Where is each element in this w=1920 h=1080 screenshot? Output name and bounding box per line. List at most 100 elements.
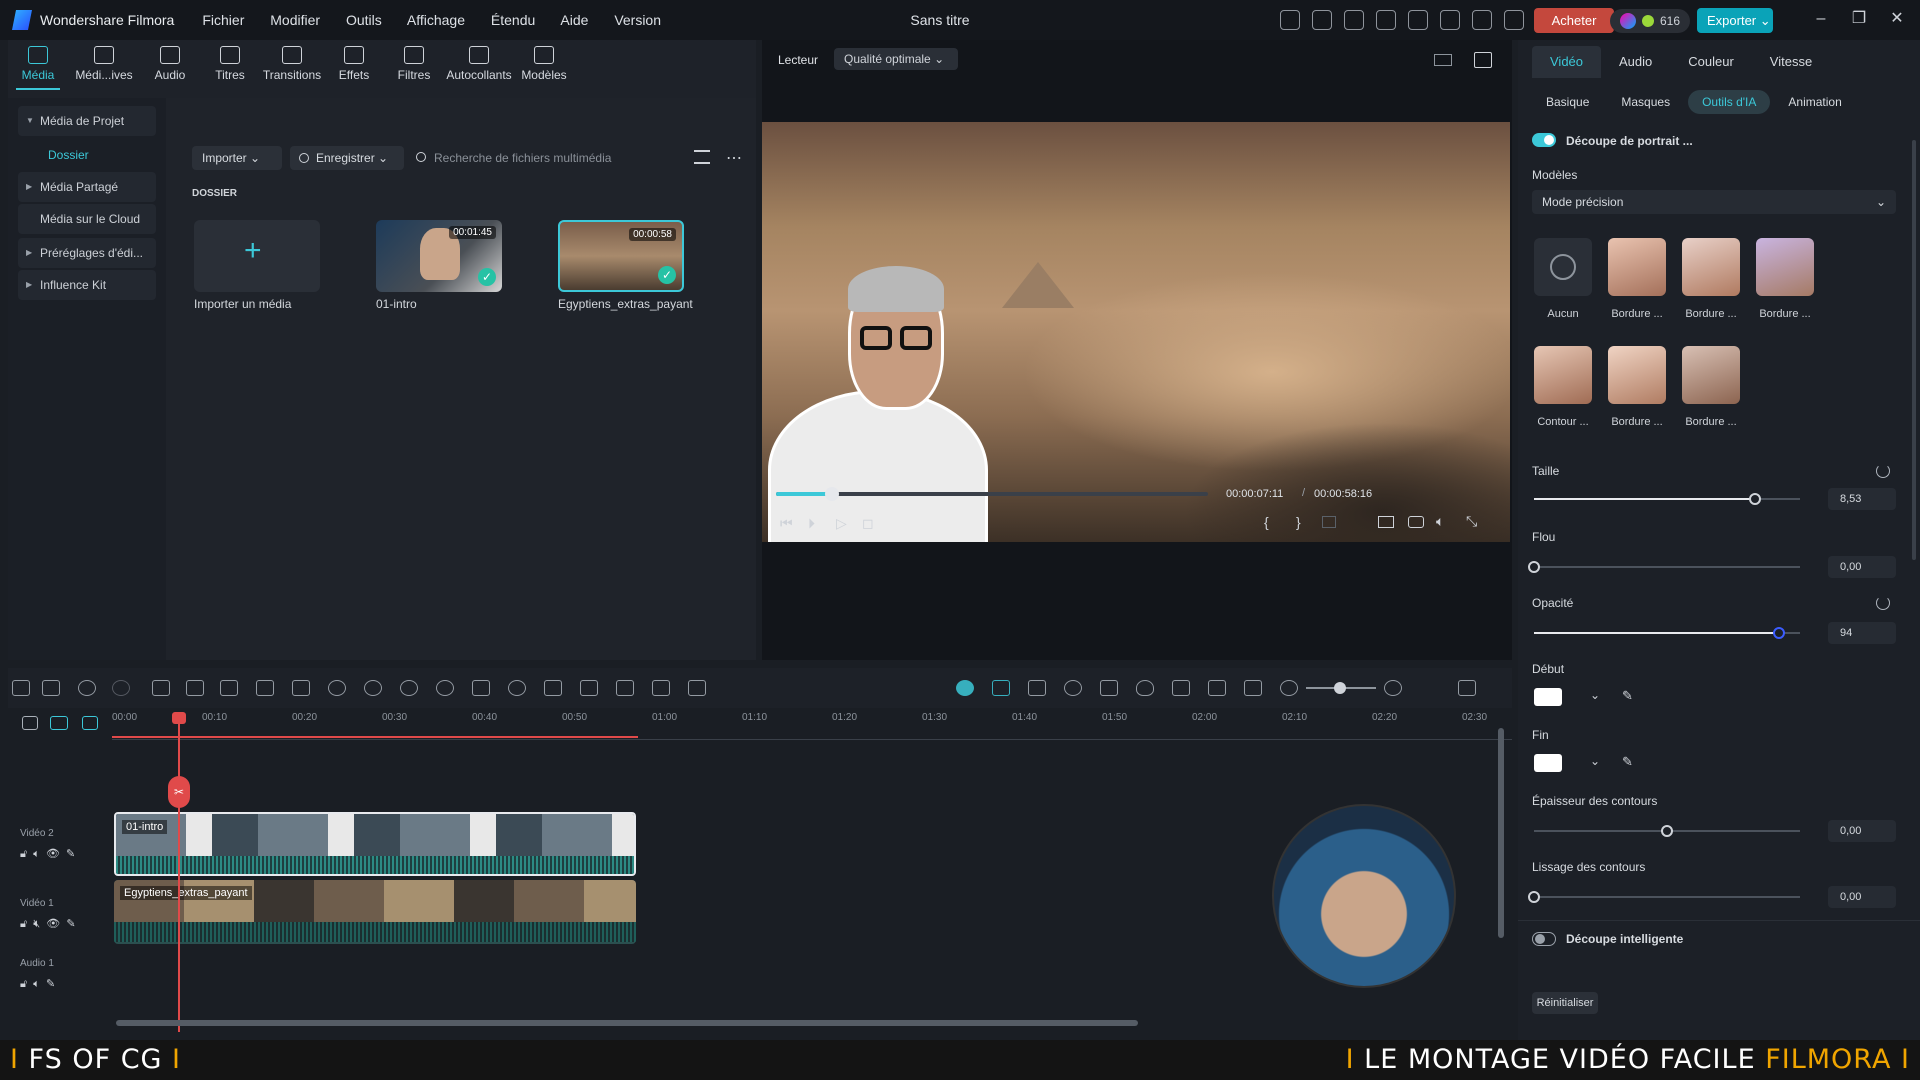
sidebar-item-folder[interactable]: Dossier: [18, 140, 156, 170]
mark-out-icon[interactable]: }: [1296, 514, 1301, 530]
clip-intro[interactable]: 01-intro: [114, 812, 636, 876]
cloud-icon[interactable]: [1440, 10, 1460, 30]
video-frame[interactable]: [762, 122, 1510, 542]
stop-icon[interactable]: ◻: [862, 515, 874, 532]
tab-color[interactable]: Couleur: [1670, 46, 1752, 78]
end-color-swatch[interactable]: [1534, 754, 1562, 772]
import-dropdown[interactable]: Importer ⌄: [192, 146, 282, 170]
portrait-cut-toggle[interactable]: [1532, 133, 1556, 147]
ai-tool-icon[interactable]: [328, 680, 346, 696]
cut-icon[interactable]: [186, 680, 204, 696]
tab-effects[interactable]: Effets: [324, 40, 384, 92]
start-color-swatch[interactable]: [1534, 688, 1562, 706]
display-icon[interactable]: [1378, 516, 1394, 528]
size-slider[interactable]: [1534, 493, 1800, 505]
tab-video[interactable]: Vidéo: [1532, 46, 1602, 78]
news-icon[interactable]: [1344, 10, 1364, 30]
keyframe-icon[interactable]: [580, 680, 598, 696]
zoom-out-icon[interactable]: [1280, 680, 1298, 696]
split-scissors-icon[interactable]: ✂: [168, 776, 190, 808]
tab-media[interactable]: Média: [8, 40, 68, 92]
credits-badge[interactable]: 616: [1610, 9, 1690, 33]
step-forward-icon[interactable]: ⏵: [808, 515, 815, 532]
reset-button[interactable]: Réinitialiser: [1532, 992, 1598, 1014]
preset-border-2[interactable]: [1682, 238, 1740, 296]
tab-speed[interactable]: Vitesse: [1752, 46, 1830, 78]
blur-slider-knob[interactable]: [1528, 561, 1540, 573]
delete-icon[interactable]: [152, 680, 170, 696]
playback-progress-bar[interactable]: [776, 487, 1208, 501]
work-area-bar[interactable]: [112, 736, 638, 738]
microphone-icon[interactable]: [1136, 680, 1154, 696]
tab-audio[interactable]: Audio: [1601, 46, 1670, 78]
select-tool-icon[interactable]: [42, 680, 60, 696]
frame-icon[interactable]: [544, 680, 562, 696]
blur-slider[interactable]: [1528, 561, 1800, 573]
timeline-ruler[interactable]: 00:00 00:10 00:20 00:30 00:40 00:50 01:0…: [112, 712, 1512, 740]
reset-size-icon[interactable]: [1876, 464, 1890, 478]
link-icon[interactable]: [22, 716, 38, 730]
gift-icon[interactable]: [1280, 10, 1300, 30]
zoom-slider[interactable]: [1306, 682, 1376, 694]
crop-icon[interactable]: [220, 680, 238, 696]
menu-aide[interactable]: Aide: [560, 12, 588, 28]
filter-icon[interactable]: [694, 150, 710, 164]
eyedropper-icon[interactable]: ✎: [1622, 688, 1633, 704]
snapshot-image-icon[interactable]: [1474, 52, 1492, 68]
blur-value[interactable]: 0,00: [1828, 556, 1896, 578]
mask-icon[interactable]: [616, 680, 634, 696]
replace-icon[interactable]: [1208, 680, 1226, 696]
timeline-vertical-scrollbar[interactable]: [1498, 728, 1504, 938]
record-dropdown[interactable]: Enregistrer ⌄: [290, 146, 404, 170]
menu-modifier[interactable]: Modifier: [270, 12, 320, 28]
export-button[interactable]: Exporter ⌄: [1697, 8, 1773, 33]
undo-icon[interactable]: [78, 680, 96, 696]
compare-view-icon[interactable]: [1434, 54, 1452, 66]
edge-smooth-slider-knob[interactable]: [1528, 891, 1540, 903]
stabilize-icon[interactable]: [688, 680, 706, 696]
menu-etendu[interactable]: Étendu: [491, 12, 535, 28]
volume-icon[interactable]: 🔈︎: [1436, 513, 1444, 530]
tab-titles[interactable]: Titres: [200, 40, 260, 92]
preset-border-1[interactable]: [1608, 238, 1666, 296]
shape-icon[interactable]: [292, 680, 310, 696]
more-options-icon[interactable]: ⋯: [726, 148, 742, 168]
chevron-down-icon[interactable]: ⌄: [1590, 688, 1600, 702]
headset-icon[interactable]: [1472, 10, 1492, 30]
media-thumb-egyptiens[interactable]: 00:00:58 ✓: [558, 220, 684, 292]
edge-smooth-slider[interactable]: [1528, 891, 1800, 903]
chevron-down-icon[interactable]: ⌄: [1590, 754, 1600, 768]
save-icon[interactable]: [1408, 10, 1428, 30]
zoom-in-icon[interactable]: [1384, 680, 1402, 696]
subtab-ai-tools[interactable]: Outils d'IA: [1688, 90, 1771, 114]
close-icon[interactable]: ✕: [1888, 10, 1906, 28]
playhead-line[interactable]: [178, 712, 180, 1032]
render-icon[interactable]: [956, 680, 974, 696]
restore-icon[interactable]: ❐: [1850, 10, 1868, 28]
sidebar-item-presets[interactable]: ▶ Préréglages d'édi...: [18, 238, 156, 268]
timer-icon[interactable]: [508, 680, 526, 696]
sidebar-item-influence-kit[interactable]: ▶ Influence Kit: [18, 270, 156, 300]
auto-reframe-icon[interactable]: [1028, 680, 1046, 696]
track-controls[interactable]: 🔓︎ 🔈︎ ✎: [20, 977, 112, 991]
edge-thickness-slider-knob[interactable]: [1661, 825, 1673, 837]
menu-version[interactable]: Version: [614, 12, 661, 28]
send-icon[interactable]: [1312, 10, 1332, 30]
marker-icon[interactable]: [1322, 516, 1336, 528]
preset-border-4[interactable]: [1608, 346, 1666, 404]
search-input[interactable]: Recherche de fichiers multimédia: [410, 146, 686, 170]
redo-icon[interactable]: [112, 680, 130, 696]
preset-border-3[interactable]: [1756, 238, 1814, 296]
opacity-slider-knob[interactable]: [1772, 627, 1785, 639]
size-value[interactable]: 8,53: [1828, 488, 1896, 510]
minimize-icon[interactable]: –: [1812, 10, 1830, 28]
prev-frame-icon[interactable]: ⏮: [780, 515, 793, 532]
size-slider-knob[interactable]: [1748, 493, 1761, 505]
layout-icon[interactable]: [1376, 10, 1396, 30]
eyedropper-icon[interactable]: ✎: [1622, 754, 1633, 770]
edit-icon[interactable]: [472, 680, 490, 696]
subtab-basic[interactable]: Basique: [1532, 90, 1603, 114]
timeline-horizontal-scrollbar[interactable]: [116, 1020, 1138, 1026]
quality-dropdown[interactable]: Qualité optimale ⌄: [834, 48, 958, 70]
ai-portrait-icon[interactable]: [436, 680, 454, 696]
